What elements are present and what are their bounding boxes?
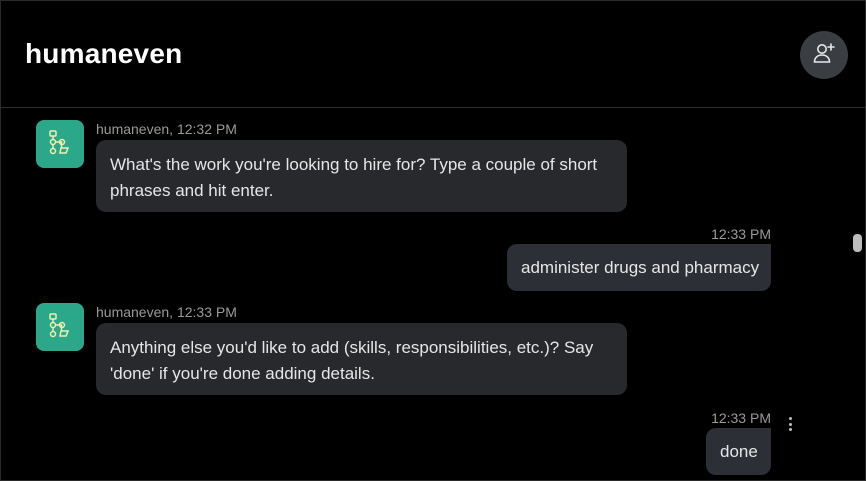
message-options-icon[interactable] [784, 415, 796, 433]
message-meta: humaneven, 12:32 PM [96, 121, 237, 137]
user-message-bubble: done [706, 428, 771, 475]
message-time: 12:33 PM [711, 226, 771, 242]
add-person-icon [811, 40, 837, 71]
add-person-button[interactable] [800, 31, 848, 79]
workflow-icon [46, 311, 74, 344]
scrollbar-thumb[interactable] [853, 234, 862, 252]
message-text: administer drugs and pharmacy [521, 258, 760, 277]
bot-avatar [36, 120, 84, 168]
message-text: done [720, 442, 758, 461]
message-time: 12:33 PM [711, 410, 771, 426]
message-text: What's the work you're looking to hire f… [110, 155, 598, 200]
bot-message-bubble: What's the work you're looking to hire f… [96, 140, 627, 212]
message-text: Anything else you'd like to add (skills,… [110, 338, 594, 383]
page-title: humaneven [25, 38, 183, 69]
message-meta: humaneven, 12:33 PM [96, 304, 237, 320]
user-message-bubble: administer drugs and pharmacy [507, 244, 771, 291]
bot-avatar [36, 303, 84, 351]
bot-message-bubble: Anything else you'd like to add (skills,… [96, 323, 627, 395]
chat-header: humaneven [0, 0, 866, 108]
workflow-icon [46, 128, 74, 161]
